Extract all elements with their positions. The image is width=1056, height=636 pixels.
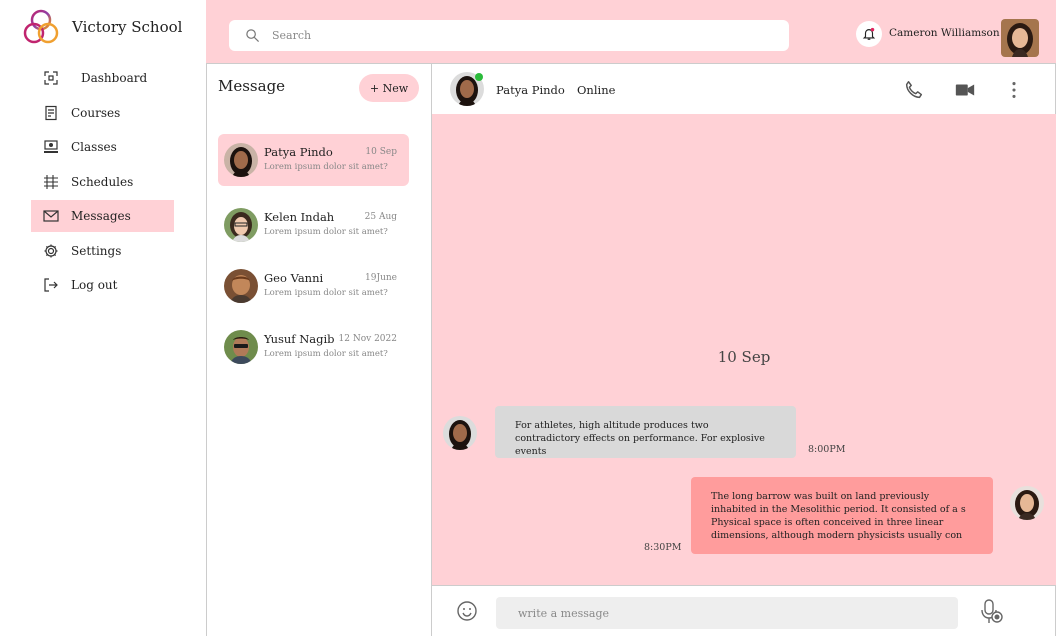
contact-preview: Lorem ipsum dolor sit amet? xyxy=(264,227,388,237)
search-input[interactable] xyxy=(272,29,752,42)
top-header: Cameron Williamson xyxy=(206,0,1056,63)
date-separator: 10 Sep xyxy=(717,348,771,366)
sidebar-item-settings[interactable]: Settings xyxy=(31,235,174,267)
outgoing-message-bubble: The long barrow was built on land previo… xyxy=(691,477,993,554)
courses-icon xyxy=(43,105,59,121)
sidebar-item-label: Classes xyxy=(71,140,117,154)
chat-header: Patya Pindo Online xyxy=(432,63,1056,114)
sidebar-item-label: Messages xyxy=(71,209,131,223)
user-name[interactable]: Cameron Williamson xyxy=(889,27,1000,39)
contact-name: Patya Pindo xyxy=(264,145,333,159)
sidebar-item-label: Courses xyxy=(71,105,121,120)
contact-preview: Lorem ipsum dolor sit amet? xyxy=(264,162,388,172)
classes-icon xyxy=(43,139,59,155)
avatar xyxy=(443,416,477,450)
dashboard-icon xyxy=(43,70,59,86)
message-list-panel: Message + New Patya Pindo 10 Sep Lorem i… xyxy=(206,63,432,636)
incoming-message-bubble: For athletes, high altitude produces two… xyxy=(495,406,796,458)
incoming-message-time: 8:00PM xyxy=(808,444,846,455)
sidebar-item-label: Dashboard xyxy=(81,71,148,85)
contact-item[interactable]: Yusuf Nagib 12 Nov 2022 Lorem ipsum dolo… xyxy=(218,321,409,373)
sidebar-item-label: Log out xyxy=(71,278,118,292)
contact-date: 19June xyxy=(365,273,397,283)
sidebar-item-messages[interactable]: Messages xyxy=(31,200,174,232)
sidebar-nav: Dashboard Courses Classes Schedules Mess… xyxy=(31,62,174,304)
user-avatar[interactable] xyxy=(1001,19,1039,57)
contact-date: 12 Nov 2022 xyxy=(338,334,397,344)
search-icon xyxy=(246,29,260,43)
avatar xyxy=(224,269,258,303)
sidebar-item-classes[interactable]: Classes xyxy=(31,131,174,163)
contact-item[interactable]: Kelen Indah 25 Aug Lorem ipsum dolor sit… xyxy=(218,199,409,251)
phone-icon xyxy=(905,81,923,99)
notification-button[interactable] xyxy=(856,21,882,47)
schedules-icon xyxy=(43,174,59,190)
chat-conversation[interactable]: 10 Sep For athletes, high altitude produ… xyxy=(432,114,1056,585)
chat-contact-name: Patya Pindo xyxy=(496,83,565,97)
call-button[interactable] xyxy=(902,78,926,102)
contact-item[interactable]: Patya Pindo 10 Sep Lorem ipsum dolor sit… xyxy=(218,134,409,186)
microphone-icon[interactable] xyxy=(980,598,1006,626)
logout-icon xyxy=(43,277,59,293)
contact-preview: Lorem ipsum dolor sit amet? xyxy=(264,288,388,298)
online-status-dot xyxy=(475,73,483,81)
sidebar: Victory School Dashboard Courses Classes… xyxy=(0,0,206,636)
logo-icon xyxy=(23,9,59,44)
message-input[interactable] xyxy=(496,597,958,629)
sidebar-item-schedules[interactable]: Schedules xyxy=(31,166,174,198)
chat-contact-status: Online xyxy=(577,83,616,97)
message-composer xyxy=(432,585,1056,636)
contact-date: 10 Sep xyxy=(365,147,397,157)
sidebar-item-courses[interactable]: Courses xyxy=(31,97,174,129)
search-bar[interactable] xyxy=(229,20,789,51)
brand[interactable]: Victory School xyxy=(22,8,182,46)
outgoing-message-time: 8:30PM xyxy=(644,542,682,553)
emoji-icon[interactable] xyxy=(456,600,478,622)
sidebar-item-label: Schedules xyxy=(71,174,134,189)
sidebar-item-logout[interactable]: Log out xyxy=(31,269,174,301)
avatar xyxy=(224,208,258,242)
new-message-button[interactable]: + New xyxy=(359,74,419,102)
brand-name: Victory School xyxy=(72,18,183,36)
bell-icon xyxy=(862,27,876,40)
message-panel-title: Message xyxy=(218,77,286,95)
contact-date: 25 Aug xyxy=(364,212,397,222)
more-vertical-icon xyxy=(1012,82,1016,98)
contact-preview: Lorem ipsum dolor sit amet? xyxy=(264,349,388,359)
contact-name: Geo Vanni xyxy=(264,271,324,285)
messages-icon xyxy=(43,208,59,224)
contact-name: Yusuf Nagib xyxy=(264,332,335,346)
avatar xyxy=(224,330,258,364)
sidebar-item-label: Settings xyxy=(71,243,122,258)
avatar xyxy=(1010,486,1044,520)
more-options-button[interactable] xyxy=(1002,78,1026,102)
avatar xyxy=(224,143,258,177)
sidebar-item-dashboard[interactable]: Dashboard xyxy=(31,62,174,94)
contact-name: Kelen Indah xyxy=(264,210,335,224)
video-camera-icon xyxy=(955,84,975,96)
video-call-button[interactable] xyxy=(953,78,977,102)
settings-icon xyxy=(43,243,59,259)
contact-item[interactable]: Geo Vanni 19June Lorem ipsum dolor sit a… xyxy=(218,260,409,312)
